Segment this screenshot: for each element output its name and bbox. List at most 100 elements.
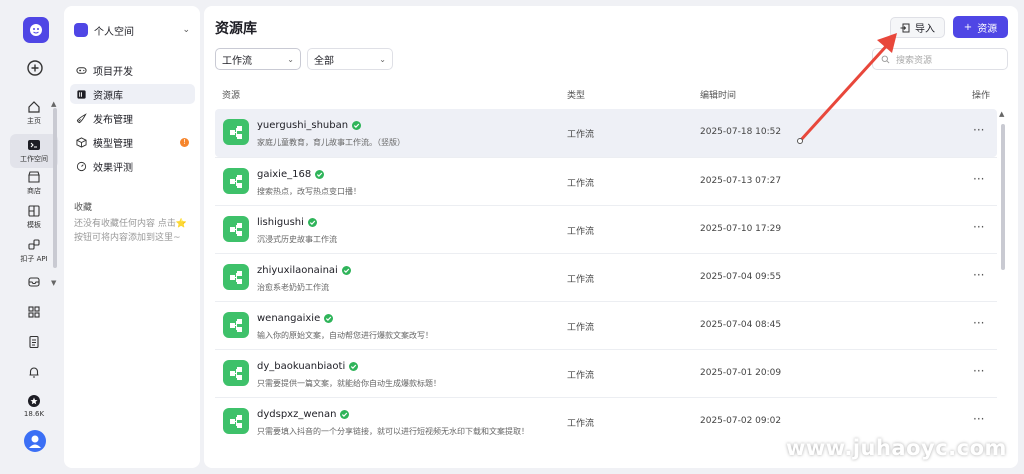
nav-item-publish[interactable]: 发布管理 bbox=[70, 108, 195, 128]
plus-icon: + bbox=[963, 21, 973, 33]
more-actions-icon[interactable]: ··· bbox=[973, 268, 984, 282]
resource-description: 家庭儿童教育，育儿故事工作流。（竖版） bbox=[257, 138, 405, 147]
more-actions-icon[interactable]: ··· bbox=[973, 172, 984, 186]
rail-item-store[interactable]: 商店 bbox=[10, 170, 58, 196]
favorites-title: 收藏 bbox=[74, 203, 93, 213]
chevron-down-icon: ⌄ bbox=[287, 54, 294, 64]
column-header-type[interactable]: 类型 bbox=[567, 88, 585, 101]
gamepad-icon bbox=[76, 66, 87, 74]
resource-description: 治愈系老奶奶工作流 bbox=[257, 283, 329, 292]
workflow-icon bbox=[223, 264, 249, 290]
rail-item-inbox[interactable] bbox=[10, 275, 58, 291]
home-icon bbox=[28, 101, 40, 113]
rail-item-apps[interactable] bbox=[10, 305, 58, 321]
rail-scroll-up-icon[interactable]: ▲ bbox=[51, 100, 56, 108]
rail-item-template[interactable]: 模板 bbox=[10, 204, 58, 230]
nav-item-project-dev[interactable]: 项目开发 bbox=[70, 60, 195, 80]
resource-name-text: gaixie_168 bbox=[257, 169, 312, 180]
column-header-action: 操作 bbox=[972, 91, 991, 101]
table-row[interactable]: lishigushi 沉浸式历史故事工作流 工作流 2025-07-10 17:29 ·… bbox=[215, 205, 997, 253]
resource-name[interactable]: zhiyuxilaonainai bbox=[257, 265, 351, 276]
table-row[interactable]: yuergushi_shuban 家庭儿童教育，育儿故事工作流。（竖版） 工作流 20… bbox=[215, 109, 997, 157]
terminal-icon bbox=[28, 140, 40, 150]
workspace-panel: 个人空间 ⌄ 项目开发 资源库 发布管理 模型管理 ! 效果评测 收藏 还没有收… bbox=[64, 6, 200, 468]
verified-check-icon bbox=[315, 170, 325, 179]
space-name: 个人空间 bbox=[94, 26, 134, 38]
workflow-icon bbox=[223, 408, 249, 434]
scroll-up-icon[interactable]: ▲ bbox=[999, 110, 1004, 118]
chevron-down-icon: ⌄ bbox=[182, 25, 190, 35]
search-icon bbox=[881, 55, 890, 63]
resource-edit-time: 2025-07-01 20:09 bbox=[700, 368, 782, 378]
resource-type: 工作流 bbox=[567, 130, 595, 140]
import-button[interactable]: 导入 bbox=[890, 17, 945, 38]
nav-item-evaluation[interactable]: 效果评测 bbox=[70, 156, 195, 176]
verified-check-icon bbox=[340, 410, 350, 419]
nav-item-library[interactable]: 资源库 bbox=[70, 84, 195, 104]
resource-name[interactable]: dydspxz_wenan bbox=[257, 409, 350, 420]
rail-item-notifications[interactable] bbox=[10, 365, 58, 381]
resource-name-text: zhiyuxilaonainai bbox=[257, 265, 338, 276]
verified-check-icon bbox=[349, 362, 359, 371]
rocket-icon bbox=[76, 112, 87, 123]
plugin-icon bbox=[28, 239, 40, 250]
rail-item-docs[interactable] bbox=[10, 335, 58, 351]
scope-filter-value: 全部 bbox=[314, 55, 334, 67]
more-actions-icon[interactable]: ··· bbox=[973, 364, 984, 378]
table-row[interactable]: zhiyuxilaonainai 治愈系老奶奶工作流 工作流 2025-07-04 0… bbox=[215, 253, 997, 301]
type-filter[interactable]: 工作流 ⌄ bbox=[215, 48, 301, 70]
nav-item-models[interactable]: 模型管理 ! bbox=[70, 132, 195, 152]
resource-edit-time: 2025-07-02 09:02 bbox=[700, 416, 782, 426]
store-icon bbox=[28, 171, 40, 183]
more-actions-icon[interactable]: ··· bbox=[973, 412, 984, 426]
table-scrollbar[interactable] bbox=[1001, 124, 1005, 270]
cube-icon bbox=[76, 136, 87, 148]
more-actions-icon[interactable]: ··· bbox=[973, 316, 984, 330]
resource-name[interactable]: wenangaixie bbox=[257, 313, 334, 324]
resource-name-text: dy_baokuanbiaoti bbox=[257, 361, 346, 372]
resource-name[interactable]: gaixie_168 bbox=[257, 169, 325, 180]
more-actions-icon[interactable]: ··· bbox=[973, 220, 984, 234]
resource-name[interactable]: lishigushi bbox=[257, 217, 317, 228]
table-row[interactable]: gaixie_168 搜索热点，改写热点变口播！ 工作流 2025-07-13 07:… bbox=[215, 157, 997, 205]
document-icon bbox=[29, 335, 39, 349]
search-input[interactable]: 搜索资源 bbox=[872, 48, 1008, 70]
resource-name[interactable]: dy_baokuanbiaoti bbox=[257, 361, 359, 372]
resource-name[interactable]: yuergushi_shuban bbox=[257, 120, 362, 131]
rail-item-api[interactable]: 扣子 API bbox=[10, 238, 58, 264]
chevron-down-icon: ⌄ bbox=[379, 54, 386, 64]
gauge-icon bbox=[76, 161, 87, 171]
user-icon bbox=[29, 435, 41, 448]
workflow-icon bbox=[223, 312, 249, 338]
template-icon bbox=[28, 205, 40, 217]
rail-item-workspace[interactable]: 工作空间 bbox=[10, 134, 58, 168]
page-title: 资源库 bbox=[215, 21, 257, 37]
column-header-resource[interactable]: 资源 bbox=[222, 88, 240, 101]
nav-item-label: 效果评测 bbox=[93, 162, 133, 174]
table-row[interactable]: dy_baokuanbiaoti 只需要提供一篇文案，就能给你自动生成爆款标题！ 工… bbox=[215, 349, 997, 397]
table-row[interactable]: wenangaixie 输入你的原始文案，自动帮您进行爆款文案改写！ 工作流 2025… bbox=[215, 301, 997, 349]
create-button[interactable] bbox=[25, 58, 45, 78]
resource-edit-time: 2025-07-13 07:27 bbox=[700, 176, 782, 186]
space-selector[interactable]: 个人空间 ⌄ bbox=[74, 22, 190, 38]
workflow-icon bbox=[223, 119, 249, 145]
resource-type: 工作流 bbox=[567, 419, 595, 429]
rail-scrollbar[interactable] bbox=[53, 108, 57, 268]
grid-icon bbox=[28, 306, 40, 318]
resource-type: 工作流 bbox=[567, 323, 595, 333]
import-label: 导入 bbox=[915, 24, 935, 35]
add-resource-button[interactable]: + 资源 bbox=[953, 16, 1008, 38]
nav-item-label: 模型管理 bbox=[93, 138, 133, 150]
scope-filter[interactable]: 全部 ⌄ bbox=[307, 48, 393, 70]
column-header-time[interactable]: 编辑时间 bbox=[700, 88, 736, 101]
rail-item-star[interactable]: 18.6K bbox=[10, 394, 58, 418]
resource-description: 只需要提供一篇文案，就能给你自动生成爆款标题！ bbox=[257, 379, 441, 388]
rail-item-label: 模板 bbox=[27, 221, 41, 229]
app-logo[interactable] bbox=[23, 17, 49, 43]
favorites-empty-text: 还没有收藏任何内容 点击⭐按钮可将内容添加到这里~ bbox=[74, 219, 188, 243]
user-avatar[interactable] bbox=[24, 430, 46, 452]
more-actions-icon[interactable]: ··· bbox=[973, 123, 984, 137]
resource-name-text: yuergushi_shuban bbox=[257, 120, 349, 131]
resource-type: 工作流 bbox=[567, 227, 595, 237]
resource-description: 搜索热点，改写热点变口播！ bbox=[257, 187, 361, 196]
